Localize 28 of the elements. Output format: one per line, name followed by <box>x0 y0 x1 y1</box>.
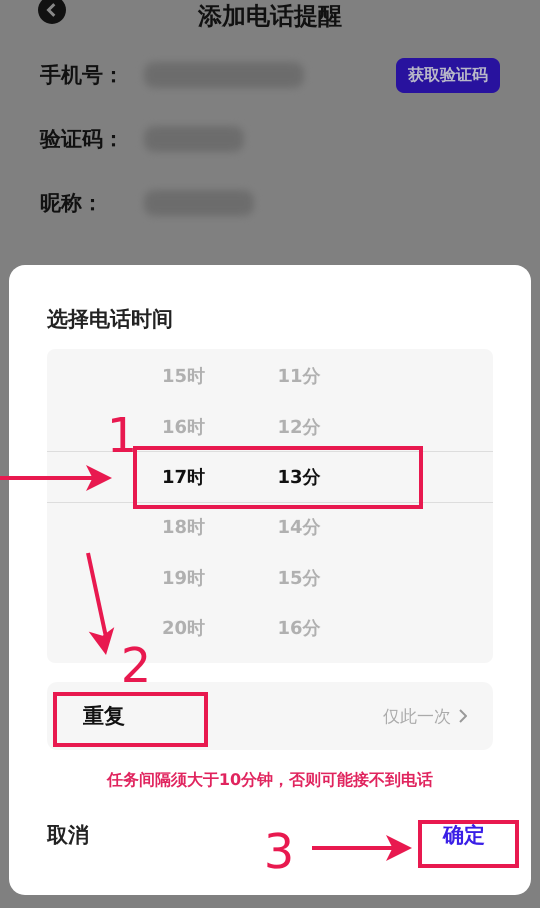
back-icon[interactable] <box>38 0 66 24</box>
minute-option[interactable]: 12分 <box>278 414 321 439</box>
chevron-icon <box>459 709 467 724</box>
minute-option[interactable]: 16分 <box>278 616 321 640</box>
cancel-button[interactable]: 取消 <box>47 817 89 854</box>
minute-option[interactable]: 11分 <box>278 364 321 388</box>
hour-option[interactable]: 17时 <box>162 464 206 489</box>
step-number: 1 <box>106 408 138 464</box>
sheet-title: 选择电话时间 <box>47 306 174 333</box>
field-label: 手机号： <box>40 62 124 89</box>
repeat-label: 重复 <box>83 703 125 730</box>
confirm-button[interactable]: 确定 <box>443 817 485 854</box>
field-label: 验证码： <box>40 126 124 153</box>
hour-option[interactable]: 20时 <box>162 616 206 640</box>
field-label: 昵称： <box>40 190 104 217</box>
warning-text: 任务间隔须大于10分钟，否则可能接不到电话 <box>106 770 434 792</box>
minute-option[interactable]: 15分 <box>278 566 321 590</box>
hour-option[interactable]: 18时 <box>162 515 206 540</box>
hour-option[interactable]: 19时 <box>162 566 206 590</box>
page-title: 添加电话提醒 <box>198 1 342 32</box>
repeat-value: 仅此一次 <box>383 706 451 728</box>
step-number: 3 <box>264 824 294 880</box>
hour-option[interactable]: 16时 <box>162 414 206 439</box>
hour-option[interactable]: 15时 <box>162 364 206 388</box>
get-code-button[interactable]: 获取验证码 <box>396 58 500 92</box>
repeat-row[interactable]: 重复 仅此一次 <box>47 682 493 750</box>
minute-option[interactable]: 14分 <box>278 515 321 540</box>
minute-option[interactable]: 13分 <box>278 464 321 489</box>
